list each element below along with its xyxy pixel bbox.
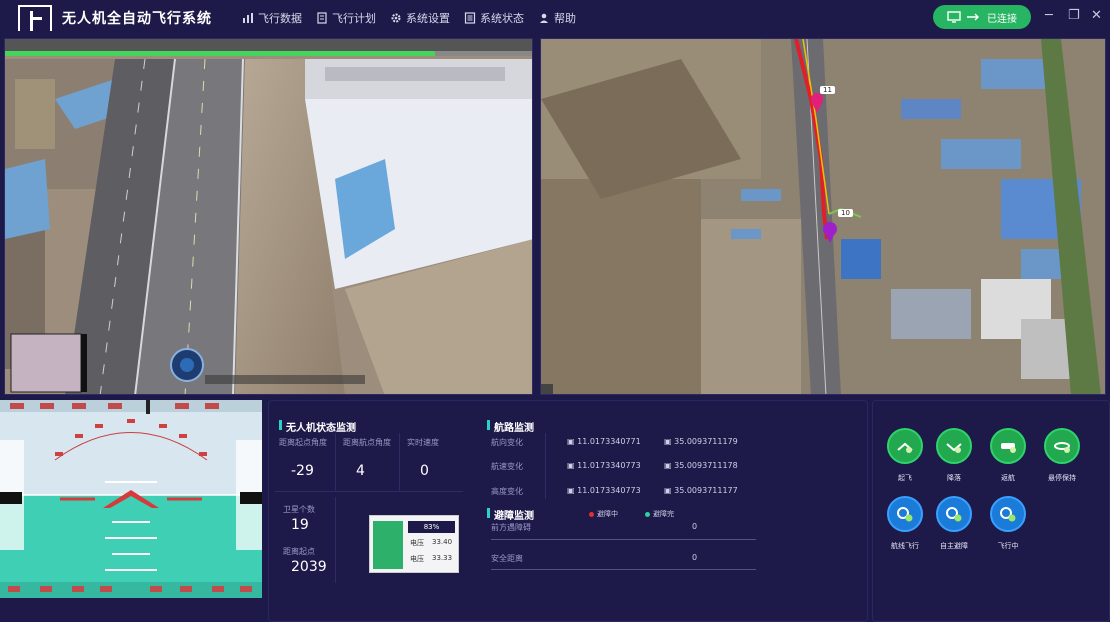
field-value: 2039	[291, 559, 327, 575]
nav-item-help[interactable]: 帮助	[538, 10, 576, 26]
gear-icon	[391, 13, 401, 23]
field-value: 0	[420, 463, 429, 479]
waypoint-marker-label[interactable]: 11	[820, 86, 835, 94]
drone-land-icon	[946, 443, 962, 453]
status-row-label: 航向变化	[491, 438, 523, 447]
hover-label: 悬停保持	[1048, 474, 1076, 482]
nav-label: 飞行计划	[332, 12, 376, 25]
status-row-label: 高度变化	[491, 487, 523, 496]
nav-label: 帮助	[554, 12, 576, 25]
divider	[335, 433, 336, 491]
obstacle-row-label: 前方遇障碍	[491, 523, 531, 532]
status-row-value: ▣ 35.0093711178	[664, 461, 738, 470]
obstacle-row-value: 0	[692, 522, 698, 531]
divider	[335, 497, 336, 583]
route-flight-button[interactable]	[887, 496, 923, 532]
status-row-value: ▣ 35.0093711177	[664, 486, 738, 495]
flying-icon	[1000, 507, 1016, 522]
obstacle-section-title: 避障监测	[487, 507, 534, 522]
battery-level-bar	[373, 521, 403, 569]
monitor-section-title: 无人机状态监测	[279, 419, 356, 434]
nav-item-flight-data[interactable]: 飞行数据	[242, 10, 302, 26]
nav-label: 系统设置	[406, 12, 450, 25]
app-logo	[18, 5, 52, 31]
divider	[545, 433, 546, 499]
nav-item-flight-plan[interactable]: 飞行计划	[316, 10, 376, 26]
battery-row-value: 33.40	[432, 538, 453, 546]
obstacle-row-label: 安全距离	[491, 554, 523, 563]
battery-row-value: 33.33	[432, 554, 453, 562]
drone-return-icon	[1001, 443, 1016, 453]
camera-feed-image	[5, 39, 532, 394]
camera-feed	[4, 38, 533, 395]
field-value: 19	[291, 517, 309, 533]
route-icon	[897, 507, 913, 522]
action-panel: 起飞 降落 返航 悬停保持 航线飞行 自主避障 飞行中	[872, 400, 1110, 622]
artificial-horizon	[0, 400, 262, 598]
drone-hover-icon	[1054, 442, 1070, 453]
obstacle-row-value: 0	[692, 553, 698, 562]
field-label: 卫星个数	[283, 505, 315, 514]
field-label: 距离航点角度	[343, 438, 391, 447]
satellite-map[interactable]: 11 10	[540, 38, 1106, 395]
connection-status-button[interactable]: 已连接	[933, 5, 1031, 29]
main-nav: 飞行数据 飞行计划 系统设置 系统状态 帮助	[242, 10, 576, 26]
monitor-icon	[947, 11, 961, 23]
restore-button[interactable]: ❐	[1068, 8, 1080, 23]
title-bar: 无人机全自动飞行系统 飞行数据 飞行计划 系统设置 系统状态 帮助 已连接 ─ …	[0, 0, 1110, 36]
divider	[275, 491, 463, 492]
field-label: 距离起点	[283, 547, 315, 556]
battery-row-key: 电压	[410, 539, 424, 547]
land-label: 降落	[947, 474, 961, 482]
field-value: -29	[291, 463, 314, 479]
flying-button[interactable]	[990, 496, 1026, 532]
return-button[interactable]	[990, 428, 1026, 464]
field-label: 距离起点角度	[279, 438, 327, 447]
battery-row-key: 电压	[410, 555, 424, 563]
status-row-value: ▣ 11.0173340771	[567, 437, 641, 446]
status-row-value: ▣ 11.0173340773	[567, 461, 641, 470]
divider	[491, 569, 756, 570]
hover-button[interactable]	[1044, 428, 1080, 464]
nav-item-system-status[interactable]: 系统状态	[464, 10, 524, 26]
field-label: 实时速度	[407, 438, 439, 447]
legend-dot	[645, 511, 650, 517]
obstacle-avoid-button[interactable]	[936, 496, 972, 532]
nav-item-settings[interactable]: 系统设置	[390, 10, 450, 26]
status-row-value: ▣ 35.0093711179	[664, 437, 738, 446]
battery-widget: 83% 电压 33.40 电压 33.33	[369, 515, 459, 573]
legend-item: 避障完	[645, 509, 674, 519]
connection-label: 已连接	[987, 13, 1017, 25]
close-button[interactable]: ✕	[1091, 8, 1102, 23]
status-section-title: 航路监测	[487, 419, 534, 434]
link-arrow-icon	[967, 13, 979, 21]
field-value: 4	[356, 463, 365, 479]
waypoint-marker-label[interactable]: 10	[838, 209, 853, 217]
avoidance-icon	[946, 507, 962, 522]
nav-label: 系统状态	[480, 12, 524, 25]
legend-dot	[589, 511, 594, 517]
user-icon	[540, 13, 548, 23]
list-icon	[464, 12, 476, 24]
legend-item: 避障中	[589, 509, 618, 519]
minimize-button[interactable]: ─	[1045, 8, 1053, 23]
battery-header: 83%	[408, 521, 455, 533]
document-icon	[317, 12, 327, 24]
status-row-value: ▣ 11.0173340773	[567, 486, 641, 495]
attitude-indicator	[0, 400, 262, 598]
return-label: 返航	[1001, 474, 1015, 482]
takeoff-button[interactable]	[887, 428, 923, 464]
divider	[491, 539, 756, 540]
drone-takeoff-icon	[897, 442, 913, 453]
info-panel: 无人机状态监测 距离起点角度 距离航点角度 实时速度 -29 4 0 卫星个数 …	[268, 400, 868, 622]
app-title: 无人机全自动飞行系统	[62, 11, 212, 27]
bar-chart-icon	[243, 13, 253, 23]
obstacle-avoid-label: 自主避障	[940, 542, 968, 550]
land-button[interactable]	[936, 428, 972, 464]
divider	[399, 433, 400, 491]
app-window: 无人机全自动飞行系统 飞行数据 飞行计划 系统设置 系统状态 帮助 已连接 ─ …	[0, 0, 1110, 622]
flying-label: 飞行中	[997, 542, 1019, 550]
status-row-label: 航速变化	[491, 462, 523, 471]
nav-label: 飞行数据	[258, 12, 302, 25]
